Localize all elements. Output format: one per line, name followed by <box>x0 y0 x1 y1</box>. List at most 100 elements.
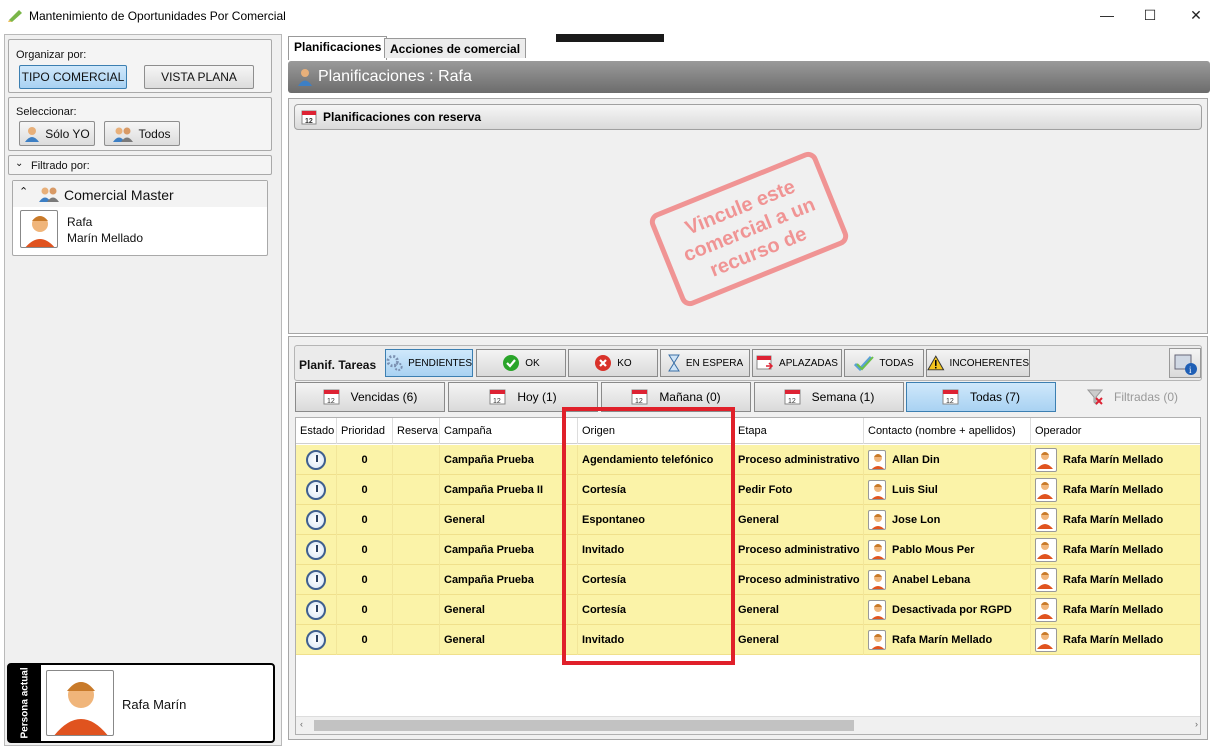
ok-label: OK <box>525 357 540 369</box>
filter-semana-label: Semana (1) <box>811 390 875 404</box>
table-row[interactable]: 0 Campaña Prueba Invitado Proceso administr… <box>296 535 1200 565</box>
group-card[interactable]: ⌃ Comercial Master Rafa Marín Mellado <box>12 180 268 256</box>
drag-handle[interactable] <box>556 34 664 42</box>
filter-semana-tab[interactable]: 12 Semana (1) <box>754 382 904 412</box>
contacto-name: Allan Din <box>892 454 940 466</box>
estado-cell <box>296 535 337 565</box>
clock-icon <box>306 540 326 560</box>
col-etapa[interactable]: Etapa <box>734 418 864 444</box>
minimize-button[interactable]: — <box>1084 0 1130 30</box>
users-icon <box>113 127 134 142</box>
filter-todas-tab[interactable]: 12 Todas (7) <box>906 382 1056 412</box>
contacto-cell: Jose Lon <box>864 505 1031 535</box>
svg-text:12: 12 <box>788 398 796 405</box>
col-prioridad[interactable]: Prioridad <box>337 418 393 444</box>
pendientes-button[interactable]: PENDIENTES <box>385 349 473 377</box>
col-reserva[interactable]: Reserva <box>393 418 440 444</box>
horizontal-scrollbar[interactable]: ‹ › <box>296 716 1200 734</box>
clock-icon <box>306 600 326 620</box>
todas-label: TODAS <box>879 357 914 369</box>
calendar-icon: 12 <box>942 389 959 405</box>
contact-avatar-icon <box>868 450 886 470</box>
calendar-icon: 12 <box>301 110 317 125</box>
table-row[interactable]: 0 Campaña Prueba Cortesía Proceso administr… <box>296 565 1200 595</box>
filter-filtradas-tab[interactable]: Filtradas (0) <box>1059 382 1205 412</box>
prioridad-cell: 0 <box>337 625 393 655</box>
contacto-cell: Luis Siul <box>864 475 1031 505</box>
todos-button[interactable]: Todos <box>104 121 180 146</box>
table-row[interactable]: 0 General Espontaneo General Jose Lon Rafa Ma… <box>296 505 1200 535</box>
col-contacto[interactable]: Contacto (nombre + apellidos) <box>864 418 1031 444</box>
calendar-arrow-icon <box>756 355 774 370</box>
error-circle-icon <box>595 355 612 371</box>
campana-cell: Campaña Prueba <box>440 565 578 595</box>
svg-text:12: 12 <box>327 398 335 405</box>
solo-yo-button[interactable]: Sólo YO <box>19 121 95 146</box>
table-row[interactable]: 0 Campaña Prueba II Cortesía Pedir Foto Luis… <box>296 475 1200 505</box>
col-campana[interactable]: Campaña <box>440 418 578 444</box>
etapa-cell: General <box>734 505 864 535</box>
col-estado[interactable]: Estado <box>296 418 337 444</box>
operator-avatar-icon <box>1035 568 1057 592</box>
filter-todas-label: Todas (7) <box>969 390 1021 404</box>
tipo-comercial-button[interactable]: TIPO COMERCIAL <box>19 65 127 89</box>
filter-filtradas-label: Filtradas (0) <box>1113 390 1178 404</box>
tasks-grid: Estado Prioridad Reserva Campaña Origen … <box>295 417 1201 735</box>
prioridad-cell: 0 <box>337 505 393 535</box>
en-espera-button[interactable]: EN ESPERA <box>660 349 750 377</box>
scrollbar-thumb[interactable] <box>314 720 854 731</box>
incoherentes-label: INCOHERENTES <box>949 357 1029 369</box>
filter-header[interactable]: ⌄ Filtrado por: <box>8 155 272 175</box>
incoherentes-button[interactable]: INCOHERENTES <box>926 349 1030 377</box>
todos-label: Todos <box>138 126 171 141</box>
scroll-right-icon[interactable]: › <box>1195 719 1198 729</box>
close-button[interactable]: ✕ <box>1173 0 1219 30</box>
etapa-cell: General <box>734 595 864 625</box>
filter-vencidas-tab[interactable]: 12 Vencidas (6) <box>295 382 445 412</box>
campana-cell: General <box>440 595 578 625</box>
clock-icon <box>306 570 326 590</box>
svg-text:12: 12 <box>493 398 501 405</box>
maximize-button[interactable]: ☐ <box>1127 0 1173 30</box>
col-operador[interactable]: Operador <box>1031 418 1200 444</box>
organize-box: Organizar por: TIPO COMERCIAL VISTA PLAN… <box>8 39 272 93</box>
info-button[interactable]: i <box>1169 348 1201 378</box>
aplazadas-button[interactable]: APLAZADAS <box>752 349 842 377</box>
reserva-cell <box>393 595 440 625</box>
todas-button[interactable]: TODAS <box>844 349 924 377</box>
pendientes-label: PENDIENTES <box>408 357 472 369</box>
contacto-cell: Pablo Mous Per <box>864 535 1031 565</box>
campana-cell: Campaña Prueba <box>440 535 578 565</box>
vista-plana-button[interactable]: VISTA PLANA <box>144 65 254 89</box>
operador-name: Rafa Marín Mellado <box>1063 514 1164 526</box>
svg-text:12: 12 <box>635 398 643 405</box>
reservations-panel: 12 Planificaciones con reserva Vincule e… <box>288 98 1208 334</box>
contact-avatar-icon <box>868 600 886 620</box>
operador-cell: Rafa Marín Mellado <box>1031 505 1200 535</box>
table-row[interactable]: 0 General Cortesía General Desactivada por R… <box>296 595 1200 625</box>
tab-acciones-comercial[interactable]: Acciones de comercial <box>384 38 527 58</box>
tasks-panel: Planif. Tareas PENDIENTES OK KO EN ESPER… <box>288 336 1208 740</box>
ok-button[interactable]: OK <box>476 349 566 377</box>
person-avatar <box>20 210 58 248</box>
tab-planificaciones[interactable]: Planificaciones <box>288 36 388 60</box>
reserva-cell <box>393 625 440 655</box>
table-row[interactable]: 0 General Invitado General Rafa Marín Mellad… <box>296 625 1200 655</box>
contacto-name: Rafa Marín Mellado <box>892 634 993 646</box>
scroll-left-icon[interactable]: ‹ <box>300 719 303 729</box>
table-row[interactable]: 0 Campaña Prueba Agendamiento telefónico Pr… <box>296 445 1200 475</box>
title-bar: Mantenimiento de Oportunidades Por Comer… <box>0 0 1219 32</box>
svg-text:12: 12 <box>305 118 313 125</box>
hourglass-icon <box>667 354 680 372</box>
ko-button[interactable]: KO <box>568 349 658 377</box>
campana-cell: General <box>440 505 578 535</box>
filter-clear-icon <box>1086 389 1104 406</box>
filter-manana-label: Mañana (0) <box>659 390 721 404</box>
etapa-cell: Proceso administrativo i <box>734 445 864 475</box>
estado-cell <box>296 505 337 535</box>
operador-name: Rafa Marín Mellado <box>1063 574 1164 586</box>
users-icon <box>39 187 59 202</box>
operator-avatar-icon <box>1035 508 1057 532</box>
operador-cell: Rafa Marín Mellado <box>1031 445 1200 475</box>
reserva-cell <box>393 565 440 595</box>
